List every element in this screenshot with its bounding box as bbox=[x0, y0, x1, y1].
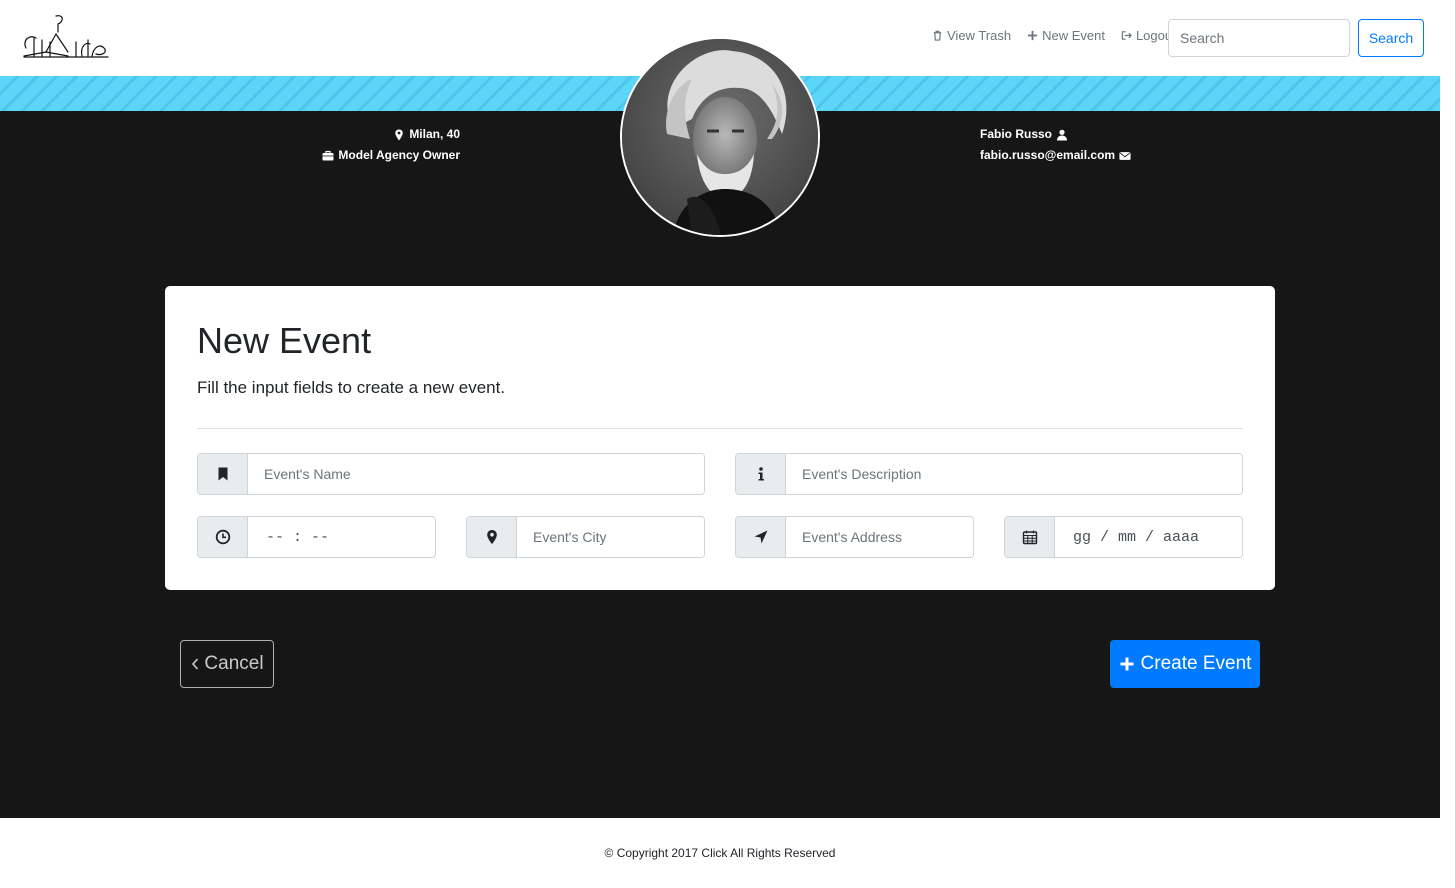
event-time-group: -- : -- bbox=[197, 516, 436, 558]
sign-out-icon bbox=[1121, 31, 1132, 40]
event-description-addon bbox=[736, 454, 786, 494]
event-description-group bbox=[735, 453, 1243, 495]
profile-name: Fabio Russo bbox=[980, 127, 1053, 141]
location-arrow-icon bbox=[754, 530, 767, 544]
profile-info-right: Fabio Russo fabio.russo@email.com bbox=[980, 124, 1131, 166]
footer: © Copyright 2017 Click All Rights Reserv… bbox=[0, 818, 1440, 888]
divider bbox=[197, 428, 1243, 429]
search-input[interactable] bbox=[1168, 19, 1350, 57]
event-name-group bbox=[197, 453, 705, 495]
new-event-label: New Event bbox=[1042, 28, 1105, 43]
page-title: New Event bbox=[197, 320, 372, 361]
event-city-input[interactable] bbox=[517, 517, 704, 557]
briefcase-icon bbox=[322, 150, 334, 160]
event-time-input[interactable]: -- : -- bbox=[248, 517, 435, 557]
plus-icon bbox=[1120, 657, 1134, 671]
search-button[interactable]: Search bbox=[1358, 19, 1424, 57]
map-marker-icon bbox=[395, 129, 404, 140]
profile-info-left: Milan, 40 Model Agency Owner bbox=[322, 124, 460, 166]
clock-icon bbox=[215, 529, 230, 545]
map-marker-icon bbox=[486, 530, 497, 544]
event-date-addon bbox=[1005, 517, 1055, 557]
occupation-line: Model Agency Owner bbox=[322, 145, 460, 166]
user-icon bbox=[1057, 129, 1068, 140]
event-name-input[interactable] bbox=[248, 454, 704, 494]
event-address-input[interactable] bbox=[786, 517, 973, 557]
create-event-button[interactable]: Create Event bbox=[1110, 640, 1260, 688]
email-line: fabio.russo@email.com bbox=[980, 145, 1131, 166]
portrait-photo bbox=[622, 39, 818, 235]
profile-email: fabio.russo@email.com bbox=[980, 148, 1116, 162]
plus-icon bbox=[1027, 30, 1038, 41]
location-line: Milan, 40 bbox=[322, 124, 460, 145]
view-trash-link[interactable]: View Trash bbox=[932, 28, 1011, 43]
event-description-input[interactable] bbox=[786, 454, 1242, 494]
click-logo[interactable] bbox=[20, 12, 112, 60]
event-address-group bbox=[735, 516, 974, 558]
create-event-label: Create Event bbox=[1140, 653, 1252, 674]
event-date-input[interactable]: gg / mm / aaaa bbox=[1055, 517, 1242, 557]
envelope-icon bbox=[1119, 151, 1131, 160]
event-name-addon bbox=[198, 454, 248, 494]
profile-avatar bbox=[620, 37, 820, 237]
view-trash-label: View Trash bbox=[947, 28, 1012, 43]
event-address-addon bbox=[736, 517, 786, 557]
cancel-label: Cancel bbox=[204, 653, 264, 674]
bookmark-icon bbox=[218, 467, 227, 481]
new-event-link[interactable]: New Event bbox=[1027, 28, 1105, 43]
calendar-icon bbox=[1022, 530, 1037, 545]
profile-occupation: Model Agency Owner bbox=[338, 148, 460, 162]
nav-links: View Trash New Event Logout bbox=[932, 28, 1176, 43]
copyright-text: © Copyright 2017 Click All Rights Reserv… bbox=[604, 846, 836, 860]
name-line: Fabio Russo bbox=[980, 124, 1131, 145]
event-city-addon bbox=[467, 517, 517, 557]
page-subtitle: Fill the input fields to create a new ev… bbox=[197, 378, 506, 397]
chevron-left-icon bbox=[192, 658, 199, 670]
profile-location: Milan, 40 bbox=[409, 127, 460, 141]
info-icon bbox=[758, 467, 764, 481]
new-event-card: New Event Fill the input fields to creat… bbox=[165, 286, 1275, 590]
event-city-group bbox=[466, 516, 705, 558]
event-time-addon bbox=[198, 517, 248, 557]
scrollbar-gutter bbox=[1440, 0, 1455, 888]
trash-icon bbox=[933, 30, 942, 41]
cancel-button[interactable]: Cancel bbox=[180, 640, 274, 688]
event-date-group: gg / mm / aaaa bbox=[1004, 516, 1243, 558]
